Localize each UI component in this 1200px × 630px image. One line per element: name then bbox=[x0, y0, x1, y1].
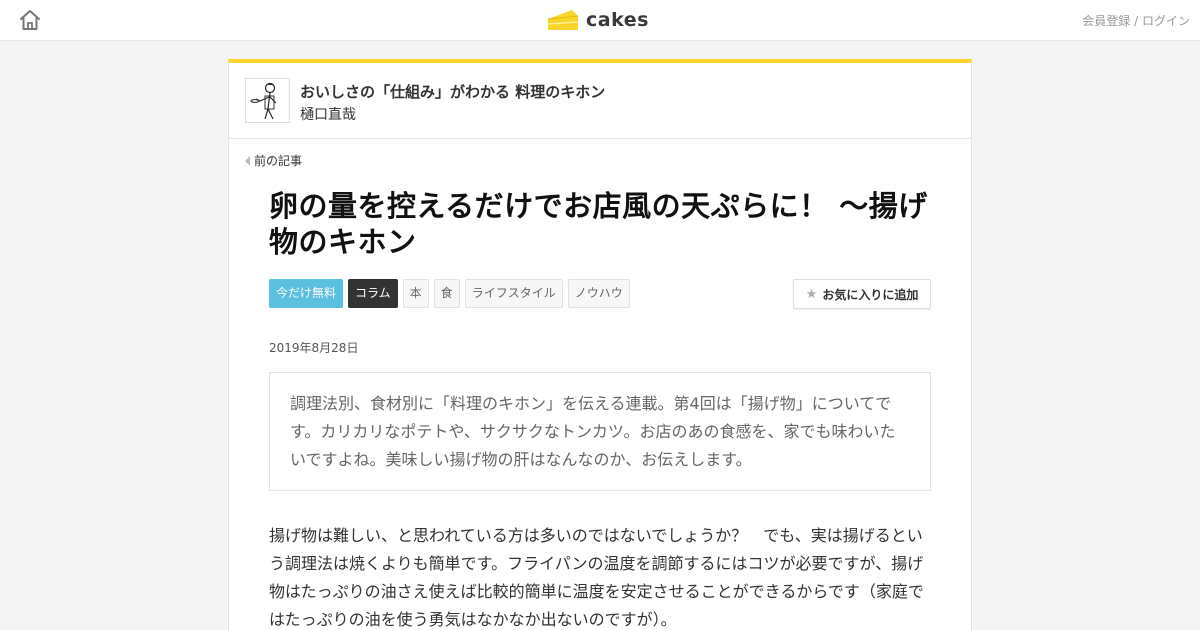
tag-list: 今だけ無料 コラム 本 食 ライフスタイル ノウハウ bbox=[269, 279, 630, 308]
register-link[interactable]: 会員登録 bbox=[1082, 14, 1130, 28]
tag-food[interactable]: 食 bbox=[433, 279, 460, 308]
auth-separator: / bbox=[1130, 14, 1142, 28]
series-thumbnail[interactable] bbox=[245, 78, 290, 123]
article-body: 揚げ物は難しい、と思われている方は多いのではないでしょうか？ でも、実は揚げると… bbox=[269, 526, 924, 629]
tag-column[interactable]: コラム bbox=[348, 279, 398, 308]
tag-free[interactable]: 今だけ無料 bbox=[269, 279, 344, 308]
series-header[interactable]: おいしさの「仕組み」がわかる 料理のキホン 樋口直哉 bbox=[229, 63, 971, 139]
lead-box: 調理法別、食材別に「料理のキホン」を伝える連載。第4回は「揚げ物」についてです。… bbox=[269, 372, 931, 491]
logo-text: cakes bbox=[586, 9, 649, 31]
add-favorite-button[interactable]: ★ お気に入りに追加 bbox=[793, 279, 931, 309]
top-bar: cakes 会員登録 / ログイン bbox=[0, 0, 1200, 41]
cake-icon bbox=[547, 10, 579, 30]
home-icon[interactable] bbox=[18, 8, 42, 32]
tag-book[interactable]: 本 bbox=[402, 279, 429, 308]
login-link[interactable]: ログイン bbox=[1142, 14, 1190, 28]
series-title[interactable]: おいしさの「仕組み」がわかる 料理のキホン bbox=[300, 81, 605, 102]
prev-article-link[interactable]: 前の記事 bbox=[245, 152, 302, 169]
cakes-logo[interactable]: cakes bbox=[546, 5, 649, 35]
series-author[interactable]: 樋口直哉 bbox=[300, 104, 356, 124]
prev-article-label: 前の記事 bbox=[254, 154, 303, 168]
add-favorite-label: お気に入りに追加 bbox=[822, 287, 919, 302]
chef-illustration-icon bbox=[250, 82, 277, 120]
article-card: おいしさの「仕組み」がわかる 料理のキホン 樋口直哉 前の記事 卵の量を控えるだ… bbox=[228, 59, 972, 630]
publish-date: 2019年8月28日 bbox=[269, 341, 359, 355]
auth-links: 会員登録 / ログイン bbox=[1082, 12, 1190, 29]
chevron-left-icon bbox=[245, 155, 250, 166]
star-icon: ★ bbox=[805, 286, 818, 302]
tag-lifestyle[interactable]: ライフスタイル bbox=[464, 279, 563, 308]
article-title: 卵の量を控えるだけでお店風の天ぷらに！ 〜揚げ物のキホン bbox=[269, 189, 928, 259]
tag-knowhow[interactable]: ノウハウ bbox=[567, 279, 630, 308]
